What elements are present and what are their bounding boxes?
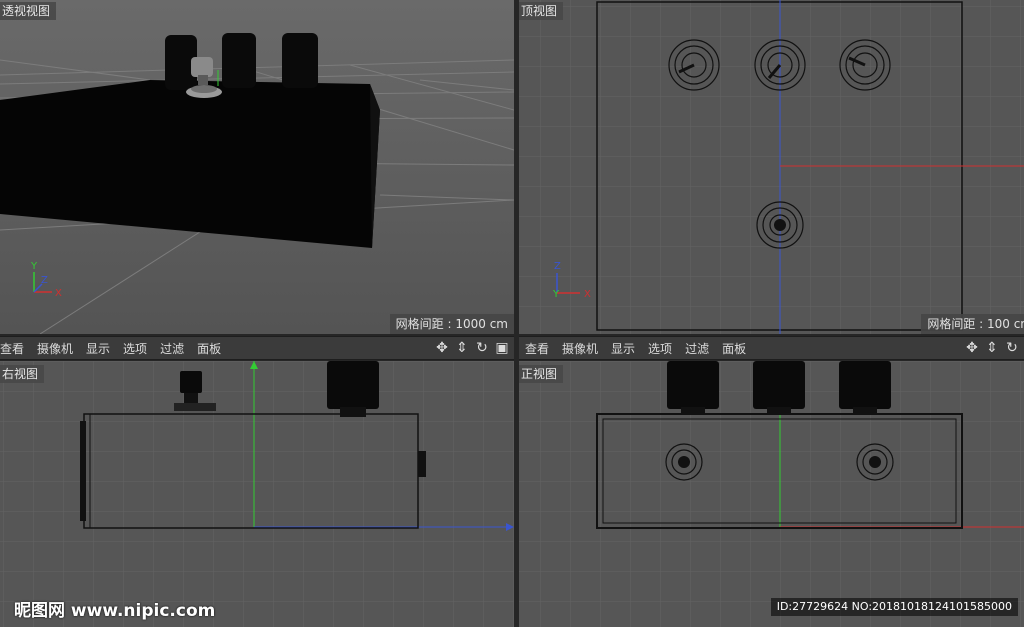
axis-z-label: Z <box>41 275 48 286</box>
axis-gizmo: Y Z X <box>30 261 62 299</box>
menu-filter[interactable]: 过滤 <box>160 340 193 357</box>
menu-view[interactable]: 查看 <box>0 340 33 357</box>
menu-options[interactable]: 选项 <box>648 340 681 357</box>
right-viewport-label: 右视图 <box>0 365 45 383</box>
axis-z-label: Z <box>554 261 561 272</box>
axis-gizmo: Z Y X <box>552 261 591 298</box>
viewport-divider[interactable] <box>514 0 519 627</box>
perspective-viewport[interactable]: 透视视图 Y Z X 网格间距 : 1000 cm <box>0 0 514 334</box>
move-icon[interactable]: ✥ <box>434 340 450 356</box>
pan-icon[interactable]: ⇕ <box>454 340 470 356</box>
top-viewport-label: 顶视图 <box>519 2 564 20</box>
perspective-grid-spacing: 网格间距 : 1000 cm <box>389 314 514 334</box>
top-grid-spacing: 网格间距 : 100 cm <box>921 314 1024 334</box>
move-icon[interactable]: ✥ <box>964 340 980 356</box>
perspective-scene <box>0 0 514 334</box>
right-scene <box>0 361 514 627</box>
perspective-viewport-label: 透视视图 <box>0 2 57 20</box>
menu-display[interactable]: 显示 <box>611 340 644 357</box>
front-viewport[interactable]: 正视图 <box>519 361 1024 627</box>
axis-x-label: X <box>55 288 62 299</box>
front-viewport-menubar: 查看 摄像机 显示 选项 过滤 面板 ✥ ⇕ ↻ <box>519 336 1024 360</box>
menu-camera[interactable]: 摄像机 <box>37 340 82 357</box>
axis-y-label: Y <box>552 289 560 298</box>
pan-icon[interactable]: ⇕ <box>984 340 1000 356</box>
image-id-watermark: ID:27729624 NO:20181018124101585000 <box>770 598 1018 616</box>
top-viewport[interactable]: 顶视图 Z Y X 网格间距 : 100 cm <box>519 0 1024 334</box>
menu-options[interactable]: 选项 <box>123 340 156 357</box>
right-viewport[interactable]: 右视图 <box>0 361 514 627</box>
rotate-icon[interactable]: ↻ <box>474 340 490 356</box>
menu-panel[interactable]: 面板 <box>722 340 755 357</box>
menu-filter[interactable]: 过滤 <box>685 340 718 357</box>
menu-display[interactable]: 显示 <box>86 340 119 357</box>
menu-panel[interactable]: 面板 <box>197 340 230 357</box>
menu-view[interactable]: 查看 <box>525 340 558 357</box>
menu-camera[interactable]: 摄像机 <box>562 340 607 357</box>
axis-y-label: Y <box>30 261 38 272</box>
axis-x-label: X <box>584 289 591 298</box>
front-scene <box>519 361 1024 627</box>
right-viewport-menubar: 查看 摄像机 显示 选项 过滤 面板 ✥ ⇕ ↻ ▣ <box>0 336 514 360</box>
rotate-icon[interactable]: ↻ <box>1004 340 1020 356</box>
front-viewport-label: 正视图 <box>519 365 564 383</box>
site-watermark: 昵图网 www.nipic.com <box>14 601 216 621</box>
maximize-icon[interactable]: ▣ <box>494 340 510 356</box>
